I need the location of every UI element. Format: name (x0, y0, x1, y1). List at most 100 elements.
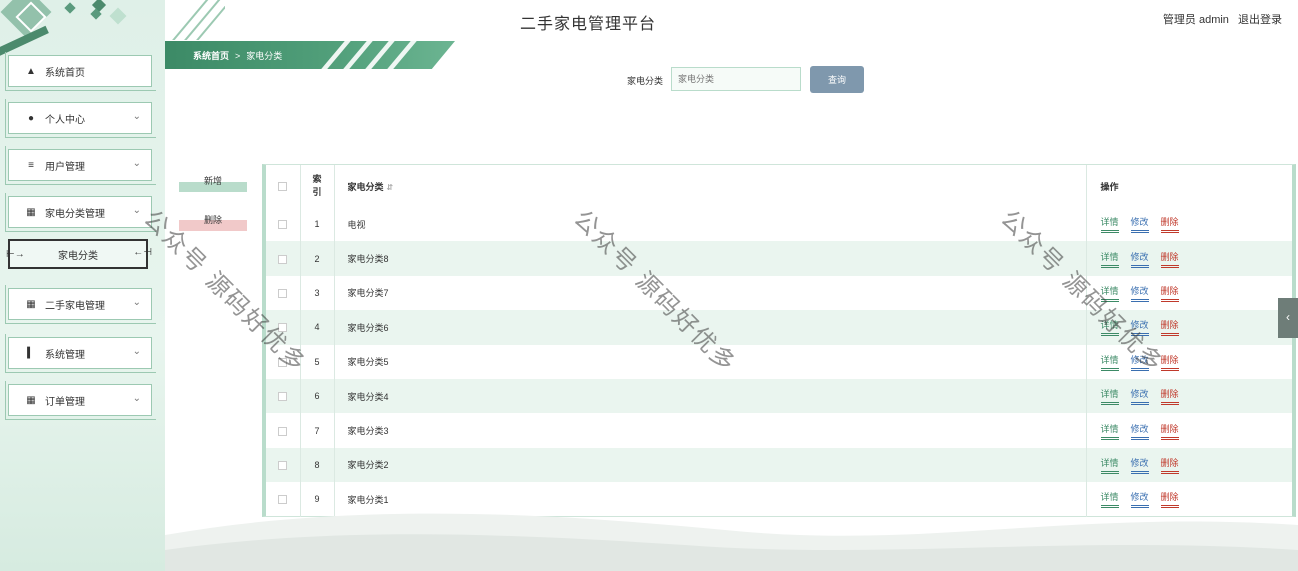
row-checkbox[interactable] (278, 460, 288, 470)
row-index: 2 (300, 241, 335, 276)
table-row: 3 家电分类7 详情 修改 删除 (266, 275, 1292, 311)
row-index: 1 (300, 207, 335, 242)
row-checkbox[interactable] (278, 289, 288, 299)
page-title: 二手家电管理平台 (520, 16, 657, 33)
chevron-down-icon: ⌄ (132, 393, 141, 404)
sidebar-item-label: 家电分类管理 (45, 208, 105, 220)
edit-link[interactable]: 修改 (1130, 284, 1149, 302)
decor-shape (109, 7, 127, 25)
remove-link[interactable]: 删除 (1160, 250, 1179, 268)
sidebar-item-category-mgmt[interactable]: ▦ 家电分类管理 ⌄ (5, 193, 156, 232)
sidebar-subitem-category[interactable]: ⊢→ 家电分类 ←⊣ (6, 239, 152, 269)
row-name: 家电分类7 (334, 275, 1087, 311)
home-icon: ▲ (26, 65, 36, 77)
collapse-toggle[interactable]: ‹ (1278, 298, 1298, 338)
add-button[interactable]: 新增 (179, 172, 247, 192)
detail-link[interactable]: 详情 (1100, 387, 1119, 406)
chevron-down-icon: ⌄ (132, 297, 141, 308)
breadcrumb-decor (315, 41, 455, 69)
sidebar-item-profile[interactable]: ● 个人中心 ⌄ (5, 99, 156, 138)
search-input[interactable] (671, 67, 801, 91)
arrow-icon: ←⊣ (133, 247, 152, 258)
sidebar-item-system[interactable]: ▍ 系统管理 ⌄ (5, 334, 156, 373)
sidebar-item-home[interactable]: ▲ 系统首页 (5, 52, 156, 91)
breadcrumb-current: 家电分类 (246, 51, 283, 61)
search-button[interactable]: 查询 (810, 66, 864, 93)
remove-link[interactable]: 删除 (1160, 387, 1179, 406)
detail-link[interactable]: 详情 (1100, 422, 1119, 440)
edit-link[interactable]: 修改 (1130, 422, 1149, 440)
grid-icon: ▦ (26, 394, 36, 406)
row-name: 家电分类2 (334, 447, 1087, 483)
detail-link[interactable]: 详情 (1100, 456, 1119, 474)
sliders-icon: ≡ (28, 159, 34, 171)
footer-wave (165, 513, 1298, 571)
decor-shape (64, 2, 76, 14)
chevron-down-icon: ⌄ (132, 346, 141, 357)
column-header-name[interactable]: 家电分类 ⇵ (334, 165, 1087, 207)
table-header-row: 索引 家电分类 ⇵ 操作 (266, 165, 1292, 207)
row-index: 7 (300, 413, 335, 448)
breadcrumb-separator: > (235, 51, 241, 61)
edit-link[interactable]: 修改 (1130, 387, 1149, 406)
column-header-label: 操作 (1100, 181, 1119, 192)
remove-link[interactable]: 删除 (1160, 456, 1179, 474)
column-header-label: 家电分类 (347, 181, 384, 192)
remove-link[interactable]: 删除 (1160, 422, 1179, 440)
sidebar-item-label: 系统首页 (45, 67, 85, 79)
bar-chart-icon: ▍ (27, 347, 35, 359)
arrow-icon: ⊢→ (6, 249, 25, 260)
user-menu: 管理员 admin 退出登录 (1157, 11, 1282, 27)
row-checkbox[interactable] (278, 426, 288, 436)
sort-icon[interactable]: ⇵ (387, 183, 394, 192)
remove-link[interactable]: 删除 (1160, 215, 1179, 234)
row-name: 家电分类8 (334, 241, 1087, 276)
detail-link[interactable]: 详情 (1100, 215, 1119, 234)
edit-link[interactable]: 修改 (1130, 456, 1149, 474)
sidebar-item-orders[interactable]: ▦ 订单管理 ⌄ (5, 381, 156, 420)
detail-link[interactable]: 详情 (1100, 250, 1119, 268)
grid-icon: ▦ (26, 298, 36, 310)
breadcrumb-home[interactable]: 系统首页 (193, 51, 229, 61)
sidebar-item-appliance-mgmt[interactable]: ▦ 二手家电管理 ⌄ (5, 285, 156, 324)
detail-link[interactable]: 详情 (1100, 353, 1119, 371)
sidebar-item-users[interactable]: ≡ 用户管理 ⌄ (5, 146, 156, 185)
row-checkbox[interactable] (278, 392, 288, 402)
chevron-down-icon: ⌄ (132, 111, 141, 122)
column-header-index: 索引 (300, 165, 335, 207)
edit-link[interactable]: 修改 (1130, 215, 1149, 234)
table-row: 8 家电分类2 详情 修改 删除 (266, 447, 1292, 483)
sidebar-item-label: 系统管理 (45, 349, 85, 361)
sidebar-item-label: 订单管理 (45, 396, 85, 408)
row-index: 6 (300, 378, 335, 414)
sidebar: ▲ 系统首页 ● 个人中心 ⌄ ≡ 用户管理 ⌄ ▦ 家电分类管理 ⌄ ⊢→ 家… (0, 0, 165, 571)
table-row: 2 家电分类8 详情 修改 删除 (266, 241, 1292, 276)
row-name: 电视 (334, 207, 1087, 242)
row-index: 3 (300, 275, 335, 311)
chevron-down-icon: ⌄ (132, 158, 141, 169)
sidebar-item-label: 个人中心 (45, 114, 85, 126)
edit-link[interactable]: 修改 (1130, 250, 1149, 268)
person-icon: ● (27, 112, 35, 124)
table-row: 1 电视 详情 修改 删除 (266, 207, 1292, 242)
row-index: 4 (300, 310, 335, 345)
chevron-down-icon: ⌄ (132, 205, 141, 216)
grid-icon: ▦ (26, 206, 36, 218)
select-all-checkbox[interactable] (278, 182, 288, 192)
remove-link[interactable]: 删除 (1160, 284, 1179, 302)
sidebar-item-label: 二手家电管理 (45, 300, 105, 312)
sidebar-item-label: 用户管理 (45, 161, 85, 173)
column-header-ops: 操作 (1086, 165, 1292, 207)
column-header-label: 索引 (312, 174, 322, 197)
row-checkbox[interactable] (278, 495, 288, 505)
remove-link[interactable]: 删除 (1160, 318, 1179, 337)
table-row: 6 家电分类4 详情 修改 删除 (266, 378, 1292, 414)
row-name: 家电分类3 (334, 413, 1087, 448)
row-checkbox[interactable] (278, 220, 288, 230)
table-row: 7 家电分类3 详情 修改 删除 (266, 413, 1292, 448)
logout-link[interactable]: 退出登录 (1238, 14, 1282, 26)
row-name: 家电分类4 (334, 378, 1087, 414)
row-checkbox[interactable] (278, 254, 288, 264)
header-decor (165, 0, 225, 40)
search-label: 家电分类 (627, 76, 664, 86)
